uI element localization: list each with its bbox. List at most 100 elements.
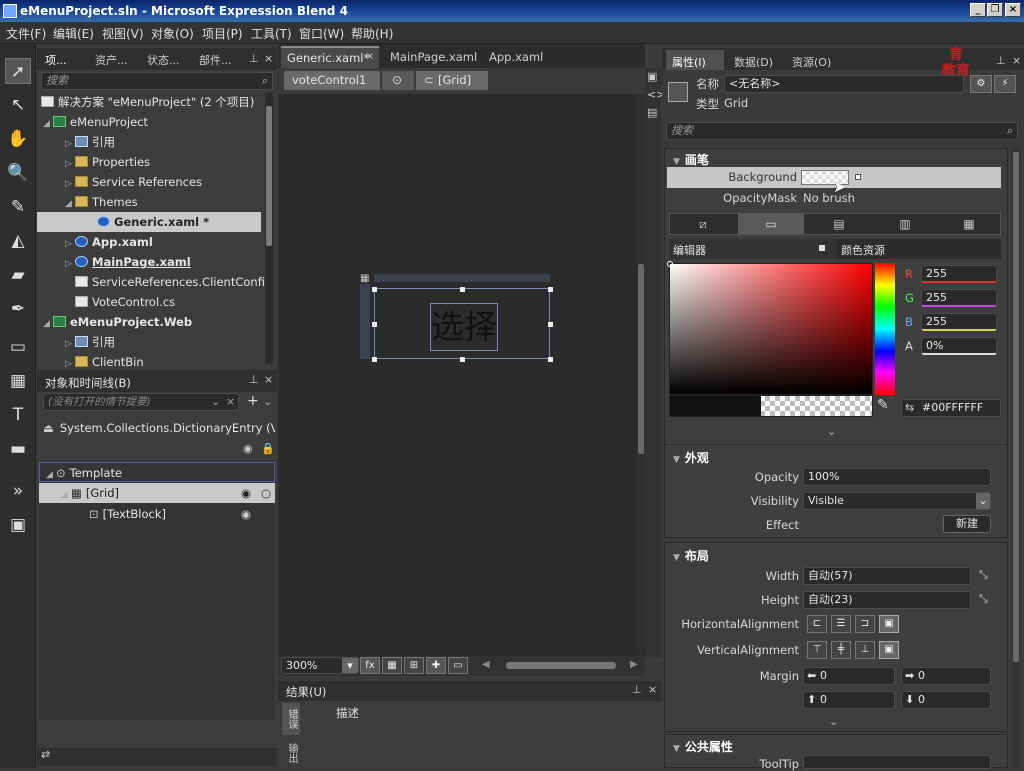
resize-handle-bottom-left[interactable] [372, 357, 377, 362]
width-input[interactable]: 自动(57) [803, 567, 971, 585]
lock-icon[interactable]: 🔒 [261, 442, 275, 455]
blue-input[interactable]: 255 [921, 313, 997, 331]
lock-icon[interactable]: ○ [261, 483, 271, 503]
close-icon[interactable]: × [264, 52, 273, 65]
tile-brush-icon[interactable]: ▥ [874, 214, 936, 234]
direct-selection-tool-icon[interactable]: ↖ [5, 92, 31, 118]
resize-handle-bottom[interactable] [460, 357, 465, 362]
expand-arrow-icon[interactable]: ▷ [65, 334, 75, 354]
scroll-right-icon[interactable]: ▶ [630, 659, 638, 670]
tab-color-resources[interactable]: 颜色资源 [841, 242, 885, 258]
menu-edit[interactable]: 编辑(E) [53, 25, 94, 42]
tooltip-input[interactable] [803, 755, 991, 769]
tree-votecontrol-cs[interactable]: VoteControl.cs [75, 292, 175, 312]
grid-tool-icon[interactable]: ▦ [5, 368, 31, 394]
menu-help[interactable]: 帮助(H) [351, 25, 393, 42]
storyboard-dropdown-icon[interactable]: ⌄ [211, 394, 220, 410]
pen-tool-icon[interactable]: ✒ [5, 296, 31, 322]
valign-bottom-icon[interactable]: ⊥ [855, 641, 875, 659]
hex-color-input[interactable]: ⇆ #00FFFFFF [901, 399, 1001, 417]
tab-project[interactable]: 项... [45, 52, 67, 68]
button-tool-icon[interactable]: ▬ [5, 436, 31, 462]
add-storyboard-icon[interactable]: + [247, 393, 259, 409]
design-view-icon[interactable]: ▣ [647, 70, 657, 83]
events-icon[interactable]: ⚡ [994, 75, 1016, 93]
expand-arrow-icon[interactable]: ▷ [65, 354, 75, 369]
resize-handle-left[interactable] [372, 322, 377, 327]
tree-template[interactable]: ◢ ⊙ Template [39, 462, 275, 482]
tab-mainpage-xaml[interactable]: MainPage.xaml [390, 50, 477, 64]
pin-icon[interactable]: ⊥ [632, 683, 642, 696]
errors-side-tab[interactable]: 错误 [282, 703, 300, 735]
storyboard-options-icon[interactable]: ⌄ [263, 395, 272, 408]
eye-icon[interactable]: ◉ [241, 504, 251, 524]
expand-arrow-icon[interactable]: ▷ [65, 134, 75, 154]
tab-parts[interactable]: 部件... [199, 52, 232, 68]
pan-tool-icon[interactable]: ✋ [5, 126, 31, 152]
tab-close-icon[interactable]: × [366, 51, 374, 62]
brush-resources-icon[interactable]: ▦ [938, 214, 1000, 234]
height-input[interactable]: 自动(23) [803, 591, 971, 609]
project-search-input[interactable]: 搜索 ⌕ [41, 72, 273, 90]
grid-adorner-icon[interactable]: ▦ [360, 273, 369, 284]
color-picker-handle[interactable] [667, 261, 673, 267]
scrollbar-thumb[interactable] [1013, 152, 1019, 662]
height-auto-icon[interactable]: ⤡ [979, 592, 988, 606]
expand-more-icon[interactable]: ⌄ [829, 715, 838, 728]
collapse-arrow-icon[interactable]: ◢ [46, 465, 56, 485]
artboard[interactable]: ▦ 选择 [278, 94, 645, 656]
pin-icon[interactable]: ⊥ [996, 54, 1006, 67]
tab-properties[interactable]: 属性(I) [672, 54, 706, 70]
brush-transform-tool-icon[interactable]: ▰ [5, 262, 31, 288]
eyedropper-icon[interactable]: ✎ [877, 397, 889, 413]
collapse-arrow-icon[interactable]: ◢ [43, 114, 53, 134]
show-grid-icon[interactable]: ▦ [382, 657, 402, 674]
menu-project[interactable]: 项目(P) [202, 25, 243, 42]
tree-app-xaml[interactable]: ▷ App.xaml [65, 232, 153, 252]
snap-grid-icon[interactable]: ⊞ [404, 657, 424, 674]
alpha-input[interactable]: 0% [921, 337, 997, 355]
valign-center-icon[interactable]: ╪ [831, 641, 851, 659]
collapse-arrow-icon[interactable]: ◢ [43, 314, 53, 334]
expand-more-icon[interactable]: ⌄ [827, 425, 836, 438]
background-property-row[interactable]: Background ➤ [667, 167, 1001, 196]
alpha-preview-bar[interactable] [669, 395, 873, 417]
tree-clientbin[interactable]: ▷ ClientBin [65, 352, 144, 369]
margin-left-input[interactable]: ⬅ 0 [803, 667, 895, 685]
new-effect-button[interactable]: 新建 [943, 515, 991, 533]
visibility-select[interactable]: Visible ⌄ [803, 492, 991, 510]
asset-library-icon[interactable]: ▣ [5, 512, 31, 538]
color-saturation-picker[interactable] [667, 261, 873, 395]
element-name-input[interactable]: <无名称> [724, 75, 964, 93]
close-button[interactable]: × [1005, 3, 1021, 17]
tab-editor[interactable]: 编辑器 [673, 242, 706, 258]
scrollbar-thumb[interactable] [638, 264, 644, 454]
storyboard-picker[interactable]: (没有打开的情节提要) ⌄ × [43, 393, 239, 411]
menu-file[interactable]: 文件(F) [6, 25, 46, 42]
resize-handle-right[interactable] [548, 322, 553, 327]
tree-service-config[interactable]: ServiceReferences.ClientConfig [75, 272, 265, 292]
scrollbar-thumb[interactable] [266, 106, 272, 246]
scope-row[interactable]: ⏏ System.Collections.DictionaryEntry (Vo.… [43, 418, 275, 438]
resize-handle-top-right[interactable] [548, 287, 553, 292]
effects-toggle-icon[interactable]: fx [360, 657, 380, 674]
pin-icon[interactable]: ⊥ [249, 373, 259, 386]
tree-grid[interactable]: ◢ ▦ [Grid] ◉ ○ [39, 483, 275, 503]
tree-references[interactable]: ▷ 引用 [65, 132, 115, 152]
tab-assets[interactable]: 资产... [95, 52, 128, 68]
tree-properties[interactable]: ▷ Properties [65, 152, 150, 172]
textblock-tool-icon[interactable]: T [5, 402, 31, 428]
textblock-element[interactable]: 选择 [430, 303, 498, 351]
dropdown-arrow-icon[interactable]: ⌄ [976, 493, 990, 509]
split-view-icon[interactable]: ▤ [647, 106, 657, 119]
zoom-tool-icon[interactable]: 🔍 [5, 160, 31, 186]
tree-project-emenu[interactable]: ◢ eMenuProject [43, 112, 148, 132]
collapse-arrow-icon[interactable]: ◢ [65, 194, 75, 214]
gradient-brush-icon[interactable]: ▤ [806, 214, 872, 234]
align-left-icon[interactable]: ⊏ [807, 615, 827, 633]
rectangle-tool-icon[interactable]: ▭ [5, 334, 31, 360]
expand-arrow-icon[interactable]: ▷ [65, 234, 75, 254]
maximize-button[interactable]: ❐ [987, 3, 1003, 17]
zoom-select[interactable]: 300% ▾ [281, 657, 359, 674]
margin-right-input[interactable]: ➡ 0 [901, 667, 991, 685]
